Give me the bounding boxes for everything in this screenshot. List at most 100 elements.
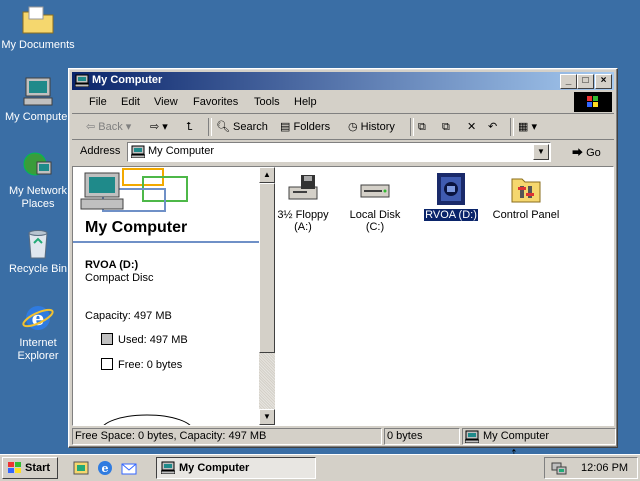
address-value: My Computer: [148, 145, 215, 157]
close-button[interactable]: ×: [595, 74, 612, 89]
delete-button[interactable]: ✕: [467, 118, 476, 136]
desktop-icon-recycle-bin[interactable]: Recycle Bin: [0, 228, 76, 276]
drive-capacity: Capacity: 497 MB: [85, 310, 172, 322]
taskbar: Start e My Computer 12:06 PM: [0, 454, 640, 481]
undo-button[interactable]: ↶: [488, 118, 497, 136]
computer-icon: [21, 76, 55, 108]
windows-logo-icon: [8, 462, 21, 473]
desktop-icon-label: Internet Explorer: [17, 337, 59, 362]
history-button[interactable]: ◷ History: [348, 118, 395, 136]
menu-favorites[interactable]: Favorites: [193, 96, 238, 108]
internet-explorer-icon: e: [21, 302, 55, 334]
item-label: 3½ Floppy (A:): [277, 209, 329, 233]
back-button[interactable]: ⇦ Back ▾: [86, 118, 131, 136]
desktop-icon-label: My Computer: [4, 111, 72, 123]
desktop-icon-label: Recycle Bin: [8, 263, 68, 275]
cd-drive-icon: [435, 173, 467, 205]
views-button[interactable]: ▦ ▾: [518, 118, 537, 136]
taskbar-button-my-computer[interactable]: My Computer: [156, 457, 316, 479]
move-to-icon: ⧉: [418, 121, 426, 133]
desktop-icon-internet-explorer[interactable]: e Internet Explorer: [0, 302, 76, 363]
used-space-swatch: [101, 333, 113, 345]
item-floppy-drive[interactable]: 3½ Floppy (A:): [268, 173, 338, 233]
address-dropdown-button[interactable]: ▼: [533, 144, 549, 160]
forward-arrow-icon: ⇨: [150, 121, 160, 133]
computer-icon: [161, 461, 175, 474]
standard-toolbar: ⇦ Back ▾ ⇨ ▾ ⮤ 🔍︎ Search ▤ Folders ◷ His…: [72, 115, 614, 140]
item-label: Control Panel: [492, 209, 560, 221]
up-folder-button[interactable]: ⮤: [186, 118, 193, 136]
move-to-button[interactable]: ⧉: [418, 118, 426, 136]
title-bar[interactable]: My Computer _ □ ×: [72, 72, 614, 90]
search-icon: 🔍︎: [216, 121, 230, 133]
selected-drive-type: Compact Disc: [85, 272, 154, 284]
desktop-icon-label: My Documents: [1, 39, 75, 51]
computer-icon: [75, 74, 89, 87]
menu-file[interactable]: File: [89, 96, 107, 108]
minimize-button[interactable]: _: [560, 74, 577, 89]
scroll-down-button[interactable]: ▼: [259, 409, 275, 425]
windows-logo-icon: [574, 92, 612, 112]
pane-title: My Computer: [85, 219, 188, 236]
menu-tools[interactable]: Tools: [254, 96, 280, 108]
menu-bar: File Edit View Favorites Tools Help: [72, 91, 614, 114]
toolbar-separator: [410, 118, 414, 136]
computer-icon: [131, 145, 145, 158]
svg-text:e: e: [102, 462, 109, 475]
desktop-icon-my-documents[interactable]: My Documents: [0, 4, 76, 52]
back-arrow-icon: ⇦: [86, 121, 96, 133]
recycle-bin-icon: [21, 228, 55, 260]
item-label: RVOA (D:): [424, 209, 478, 221]
menu-edit[interactable]: Edit: [121, 96, 140, 108]
svg-text:e: e: [32, 306, 45, 330]
internet-explorer-icon[interactable]: e: [96, 459, 114, 477]
go-arrow-icon: ⮕: [572, 147, 583, 159]
toolbar-separator: [208, 118, 212, 136]
window-title: My Computer: [92, 74, 163, 86]
drive-used: Used: 497 MB: [118, 334, 188, 346]
delete-icon: ✕: [467, 121, 477, 133]
outlook-express-icon[interactable]: [120, 459, 138, 477]
copy-to-button[interactable]: ⧉: [442, 118, 450, 136]
copy-to-icon: ⧉: [442, 121, 450, 133]
computer-icon: [465, 430, 479, 443]
start-button[interactable]: Start: [2, 457, 58, 479]
item-cd-drive[interactable]: RVOA (D:): [416, 173, 486, 221]
network-connection-icon[interactable]: [551, 460, 567, 476]
clock[interactable]: 12:06 PM: [581, 462, 628, 474]
status-free-space: Free Space: 0 bytes, Capacity: 497 MB: [72, 428, 382, 445]
web-view-pane: My Computer RVOA (D:) Compact Disc Capac…: [73, 167, 259, 425]
status-size: 0 bytes: [384, 428, 460, 445]
drive-free: Free: 0 bytes: [118, 359, 183, 371]
up-folder-icon: ⮤: [186, 121, 193, 133]
desktop-icon-my-network-places[interactable]: My Network Places: [0, 150, 76, 211]
my-computer-window: My Computer _ □ × File Edit View Favorit…: [68, 68, 618, 448]
my-computer-banner-icon: [80, 168, 188, 212]
show-desktop-icon[interactable]: [72, 459, 90, 477]
folders-icon: ▤: [280, 121, 291, 133]
menu-help[interactable]: Help: [294, 96, 317, 108]
address-label: Address: [80, 145, 121, 157]
network-icon: [21, 150, 55, 182]
status-bar: Free Space: 0 bytes, Capacity: 497 MB 0 …: [72, 427, 616, 445]
folders-button[interactable]: ▤ Folders: [280, 118, 330, 136]
menu-view[interactable]: View: [154, 96, 178, 108]
forward-button[interactable]: ⇨ ▾: [150, 118, 168, 136]
selected-drive-name: RVOA (D:): [85, 259, 139, 271]
item-control-panel[interactable]: Control Panel: [491, 173, 561, 221]
views-icon: ▦: [518, 121, 529, 133]
go-button[interactable]: ⮕ Go: [572, 144, 601, 160]
maximize-button[interactable]: □: [577, 74, 594, 89]
system-tray: 12:06 PM: [544, 457, 638, 479]
undo-icon: ↶: [488, 121, 498, 133]
desktop-icon-my-computer[interactable]: My Computer: [0, 76, 76, 124]
free-space-swatch: [101, 358, 113, 370]
status-zone: My Computer: [462, 428, 616, 445]
address-field[interactable]: My Computer ▼: [127, 142, 551, 162]
item-local-disk[interactable]: Local Disk (C:): [340, 173, 410, 233]
search-button[interactable]: 🔍︎ Search: [216, 118, 268, 136]
pane-divider: [73, 241, 259, 243]
disk-usage-pie-icon: [103, 414, 191, 425]
history-icon: ◷: [348, 121, 358, 133]
hard-disk-icon: [359, 173, 391, 205]
